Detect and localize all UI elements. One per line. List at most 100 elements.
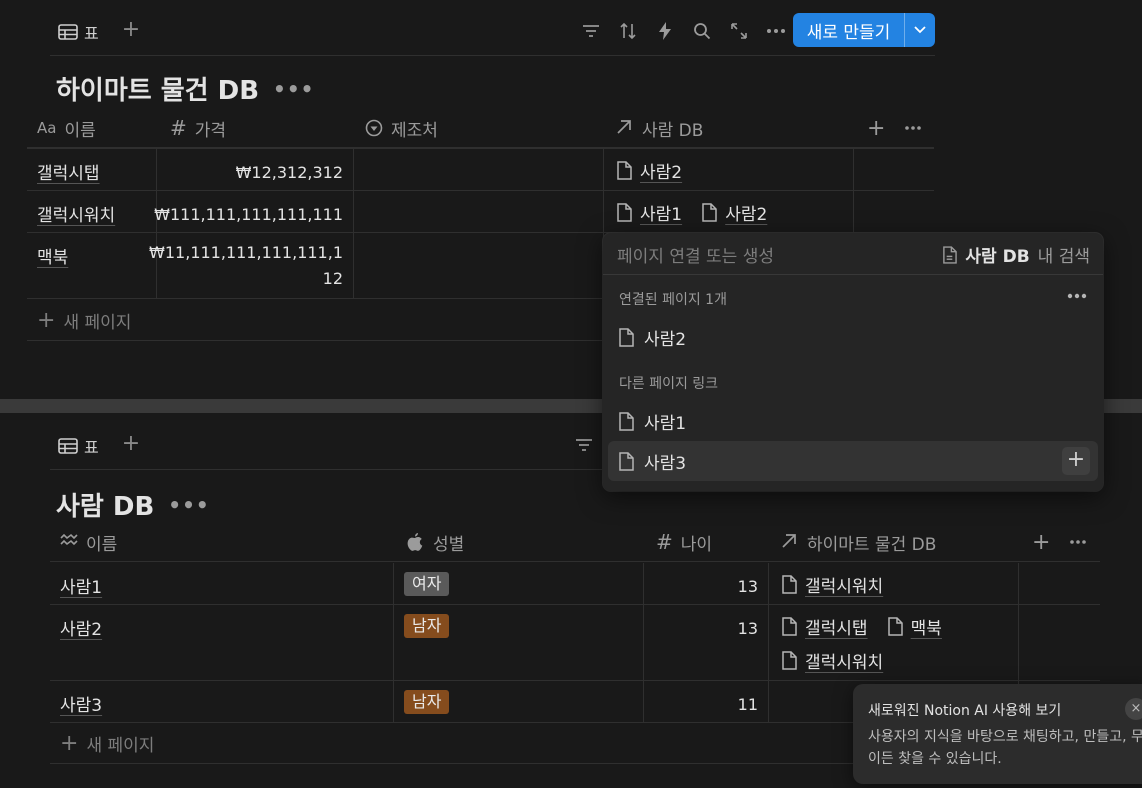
page-icon	[887, 617, 903, 636]
row-relation[interactable]: 갤럭시탭 맥북 갤럭시워치	[769, 605, 1019, 680]
filter-icon[interactable]	[574, 434, 593, 456]
column-header-name[interactable]: 이름	[60, 522, 117, 562]
apple-icon	[407, 533, 425, 551]
text-type-icon: Aa	[37, 119, 57, 137]
page-title[interactable]: 하이마트 물건 DB •••	[56, 70, 314, 107]
popup-search[interactable]: 페이지 연결 또는 생성 사람 DB 내 검색	[603, 233, 1103, 275]
linked-more-icon[interactable]	[1067, 293, 1087, 299]
row-price: ₩111,111,111,111,111	[154, 205, 343, 224]
page-icon	[617, 203, 632, 222]
automation-icon[interactable]	[655, 20, 674, 42]
table-row[interactable]: 갤럭시워치 ₩111,111,111,111,111 사람1 사람2	[27, 191, 934, 233]
column-header-age[interactable]: # 나이	[656, 522, 712, 562]
row-maker[interactable]	[354, 233, 604, 298]
title-more-icon[interactable]: •••	[273, 77, 314, 101]
row-name[interactable]: 사람1	[60, 573, 102, 598]
gender-tag[interactable]: 남자	[404, 690, 450, 714]
new-page-button[interactable]: + 새 페이지	[37, 308, 131, 333]
top-view-toolbar: 표 + 새로 만들기	[50, 10, 935, 56]
page-icon	[619, 327, 634, 347]
column-header-price[interactable]: # 가격	[170, 108, 226, 148]
add-view-button[interactable]: +	[120, 18, 142, 42]
page-icon	[782, 617, 797, 636]
column-more-icon[interactable]	[905, 108, 921, 148]
new-button-label[interactable]: 새로 만들기	[793, 13, 905, 47]
search-icon[interactable]	[692, 20, 711, 42]
table-icon	[58, 24, 78, 40]
row-maker[interactable]	[354, 149, 604, 190]
more-icon[interactable]	[766, 20, 785, 42]
table-row[interactable]: 사람1 여자 13 갤럭시워치	[50, 563, 1100, 605]
close-icon[interactable]: ×	[1125, 698, 1142, 720]
popup-other-item[interactable]: 사람3 +	[608, 441, 1098, 481]
number-type-icon: #	[656, 530, 673, 554]
add-column-button[interactable]: +	[867, 108, 885, 148]
column-header-name[interactable]: Aa 이름	[37, 108, 96, 148]
row-price: ₩11,111,111,111,111,1 12	[149, 243, 343, 288]
relation-chip[interactable]: 사람1	[616, 200, 682, 225]
add-column-button[interactable]: +	[1032, 522, 1050, 562]
relation-chip[interactable]: 갤럭시탭	[781, 614, 868, 639]
add-link-button[interactable]: +	[1062, 447, 1090, 475]
db-title-text: 사람 DB	[56, 492, 155, 522]
column-header-relation[interactable]: 사람 DB	[616, 108, 703, 148]
toast-title: 새로워진 Notion AI 사용해 보기	[868, 703, 1062, 719]
relation-chip[interactable]: 사람2	[616, 158, 682, 183]
page-icon	[617, 161, 632, 180]
add-view-button[interactable]: +	[120, 432, 142, 456]
gender-tag[interactable]: 여자	[404, 572, 450, 596]
page-icon	[619, 451, 634, 471]
row-name[interactable]: 사람3	[60, 691, 102, 716]
linked-section-header: 연결된 페이지 1개	[619, 292, 727, 308]
row-relation[interactable]: 갤럭시워치	[769, 563, 1019, 604]
sort-icon[interactable]	[618, 20, 637, 42]
chevron-down-icon[interactable]	[905, 13, 935, 47]
row-maker[interactable]	[354, 191, 604, 232]
column-more-icon[interactable]	[1070, 522, 1086, 562]
other-section-header: 다른 페이지 링크	[619, 376, 719, 392]
column-header-gender[interactable]: 성별	[407, 522, 464, 562]
row-relation[interactable]: 사람2	[604, 149, 854, 190]
relation-chip[interactable]: 맥북	[887, 614, 942, 639]
tab-table[interactable]: 표	[58, 434, 99, 458]
filter-icon[interactable]	[581, 20, 600, 42]
relation-chip[interactable]: 갤럭시워치	[781, 648, 883, 673]
row-name[interactable]: 맥북	[37, 243, 68, 268]
page-icon	[619, 411, 634, 431]
search-input[interactable]: 페이지 연결 또는 생성	[617, 242, 774, 267]
popup-linked-item[interactable]: 사람2	[608, 317, 1098, 357]
notion-ai-toast[interactable]: 새로워진 Notion AI 사용해 보기 사용자의 지식을 바탕으로 채팅하고…	[853, 684, 1142, 784]
select-type-icon	[365, 119, 383, 137]
row-name[interactable]: 사람2	[60, 615, 102, 640]
row-name[interactable]: 갤럭시워치	[37, 201, 115, 226]
page-icon	[782, 575, 797, 594]
row-age: 13	[737, 577, 758, 596]
page-title[interactable]: 사람 DB •••	[56, 486, 210, 523]
column-header-relation[interactable]: 하이마트 물건 DB	[781, 522, 936, 562]
table-header: Aa 이름 # 가격 제조처 사람 DB +	[27, 108, 934, 148]
title-more-icon[interactable]: •••	[168, 493, 209, 517]
new-button[interactable]: 새로 만들기	[793, 13, 935, 47]
relation-chip[interactable]: 사람2	[701, 200, 767, 225]
table-row[interactable]: 갤럭시탭 ₩12,312,312 사람2	[27, 149, 934, 191]
plus-icon: +	[60, 731, 79, 756]
search-scope[interactable]: 사람 DB 내 검색	[942, 242, 1090, 267]
expand-icon[interactable]	[729, 20, 748, 42]
row-name[interactable]: 갤럭시탭	[37, 159, 100, 184]
column-header-maker[interactable]: 제조처	[365, 108, 438, 148]
relation-arrow-icon	[781, 533, 799, 551]
table-row[interactable]: 사람2 남자 13 갤럭시탭 맥북 갤럭시워치	[50, 605, 1100, 681]
tab-table[interactable]: 표	[58, 20, 99, 44]
gender-tag[interactable]: 남자	[404, 614, 450, 638]
row-relation[interactable]: 사람1 사람2	[604, 191, 854, 232]
new-page-button[interactable]: + 새 페이지	[60, 731, 154, 756]
relation-chip[interactable]: 갤럭시워치	[781, 572, 883, 597]
tab-label: 표	[84, 24, 99, 43]
row-price: ₩12,312,312	[235, 163, 343, 182]
page-icon	[702, 203, 717, 222]
popup-other-item[interactable]: 사람1	[608, 401, 1098, 441]
formula-wave-icon	[60, 533, 78, 551]
row-age: 13	[737, 619, 758, 638]
toast-body: 사용자의 지식을 바탕으로 채팅하고, 만들고, 무엇이든 찾을 수 있습니다.	[868, 729, 1142, 767]
table-icon	[58, 438, 78, 454]
